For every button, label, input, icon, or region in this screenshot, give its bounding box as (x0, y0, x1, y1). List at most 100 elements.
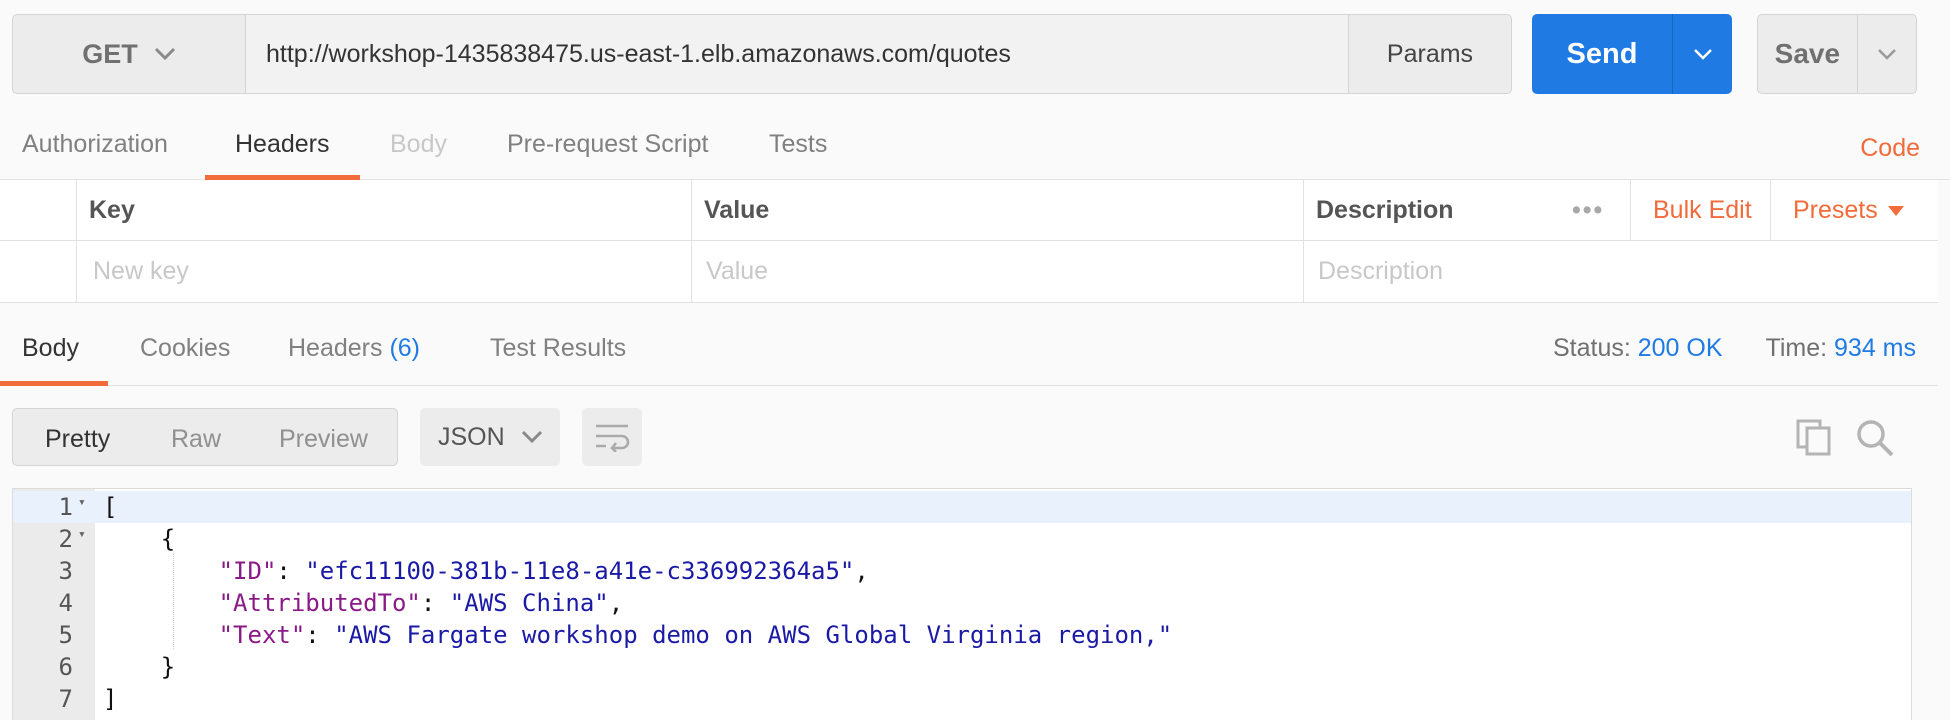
request-tabs: Authorization Headers Body Pre-request S… (0, 120, 1950, 180)
headers-table-header: Key Value Description ••• Bulk Edit Pres… (0, 180, 1938, 241)
time-label: Time: (1765, 334, 1828, 362)
new-key-placeholder: New key (93, 257, 189, 285)
new-key-input[interactable]: New key (76, 241, 691, 302)
headers-table-new-row: New key Value Description (0, 241, 1938, 302)
code-line: 3 "ID": "efc11100-381b-11e8-a41e-c336992… (13, 555, 1911, 587)
chevron-down-icon (154, 47, 175, 61)
code-link[interactable]: Code (1860, 134, 1920, 163)
json-string: "AWS China" (449, 589, 609, 617)
view-preview[interactable]: Preview (279, 425, 368, 454)
new-description-input[interactable]: Description (1303, 241, 1938, 302)
status-value: 200 OK (1637, 334, 1723, 362)
send-button[interactable]: Send (1532, 14, 1672, 94)
json-punctuation (103, 589, 219, 617)
line-number: 4 (58, 589, 73, 617)
json-key: "Text" (218, 621, 306, 649)
code-line: 4 "AttributedTo": "AWS China", (13, 587, 1911, 619)
column-value-label: Value (704, 196, 770, 224)
code-text: } (103, 653, 175, 681)
json-punctuation: , (854, 557, 869, 585)
presets-button[interactable]: Presets (1770, 180, 1904, 241)
json-key: "ID" (218, 557, 277, 585)
active-response-tab-indicator (0, 381, 108, 386)
url-input[interactable]: http://workshop-1435838475.us-east-1.elb… (246, 14, 1348, 94)
tab-test-results[interactable]: Test Results (490, 334, 626, 363)
column-key: Key (76, 180, 691, 241)
format-label: JSON (438, 422, 505, 451)
send-label: Send (1566, 37, 1638, 70)
format-select[interactable]: JSON (420, 408, 560, 466)
code-text: { (103, 525, 175, 553)
line-number: 2 (58, 525, 73, 553)
fold-toggle-icon[interactable]: ▾ (78, 495, 86, 510)
json-punctuation: { (103, 525, 176, 553)
code-text: "AttributedTo": "AWS China", (103, 589, 624, 617)
save-button[interactable]: Save (1758, 15, 1857, 93)
view-raw[interactable]: Raw (171, 425, 221, 454)
more-options-icon[interactable]: ••• (1572, 180, 1604, 241)
json-punctuation: [ (103, 493, 118, 521)
response-status: Status: 200 OK Time: 934 ms (1553, 334, 1938, 363)
new-description-placeholder: Description (1318, 257, 1444, 285)
caret-down-icon (1887, 205, 1904, 216)
new-value-placeholder: Value (706, 257, 769, 285)
json-punctuation: : (305, 621, 335, 649)
json-punctuation: : (276, 557, 306, 585)
json-punctuation: } (103, 653, 176, 681)
json-punctuation: : (420, 589, 450, 617)
view-pretty[interactable]: Pretty (45, 425, 110, 454)
headers-table: Key Value Description ••• Bulk Edit Pres… (0, 180, 1938, 303)
view-mode-segmented: Pretty Raw Preview (12, 408, 398, 466)
response-tabs: Body Cookies Headers (6) Test Results St… (0, 320, 1938, 386)
chevron-down-icon (1877, 49, 1896, 60)
send-dropdown-button[interactable] (1672, 14, 1732, 94)
code-text: ] (103, 685, 117, 713)
time-value: 934 ms (1834, 334, 1916, 362)
send-button-group: Send (1532, 14, 1732, 94)
chevron-down-icon (521, 430, 542, 444)
json-punctuation (103, 557, 219, 585)
new-value-input[interactable]: Value (691, 241, 1303, 302)
bulk-edit-button[interactable]: Bulk Edit (1630, 180, 1752, 241)
column-key-label: Key (89, 196, 135, 224)
tab-cookies[interactable]: Cookies (140, 334, 230, 363)
tab-tests[interactable]: Tests (769, 130, 827, 159)
tab-pre-request-script[interactable]: Pre-request Script (507, 130, 708, 159)
presets-label: Presets (1793, 196, 1878, 224)
column-value: Value (691, 180, 1303, 241)
column-description-label: Description (1316, 196, 1454, 224)
indent-guide (173, 553, 174, 649)
params-button[interactable]: Params (1348, 14, 1512, 94)
json-key: "AttributedTo" (218, 589, 421, 617)
code-line: 7] (13, 683, 1911, 715)
code-line: 2 ▾ { (13, 523, 1911, 555)
url-text: http://workshop-1435838475.us-east-1.elb… (266, 39, 1011, 68)
wrap-lines-button[interactable] (582, 408, 642, 466)
column-description: Description (1303, 180, 1557, 241)
code-text: [ (103, 493, 117, 521)
save-dropdown-button[interactable] (1856, 15, 1916, 93)
code-line: 6 } (13, 651, 1911, 683)
json-punctuation: ] (103, 685, 118, 713)
status-label: Status: (1552, 334, 1631, 362)
tab-response-headers[interactable]: Headers (6) (288, 334, 420, 363)
tab-authorization[interactable]: Authorization (22, 130, 168, 159)
json-string: "efc11100-381b-11e8-a41e-c336992364a5" (305, 557, 855, 585)
method-select[interactable]: GET (12, 14, 246, 94)
params-label: Params (1386, 39, 1474, 68)
code-line: 1 ▾ [ (13, 491, 1911, 523)
json-punctuation: , (608, 589, 624, 617)
json-string: "AWS Fargate workshop demo on AWS Global… (334, 621, 1173, 649)
line-number: 6 (58, 653, 73, 681)
tab-body[interactable]: Body (390, 130, 447, 159)
tab-headers[interactable]: Headers (235, 130, 330, 159)
code-line: 5 "Text": "AWS Fargate workshop demo on … (13, 619, 1911, 651)
fold-toggle-icon[interactable]: ▾ (78, 527, 86, 542)
response-body-editor[interactable]: 1 ▾ [2 ▾ {3 "ID": "efc11100-381b-11e8-a41e-… (12, 488, 1912, 720)
search-icon[interactable] (1855, 418, 1895, 463)
code-text: "ID": "efc11100-381b-11e8-a41e-c33699236… (103, 557, 869, 585)
tab-response-body[interactable]: Body (22, 334, 79, 363)
bulk-edit-label: Bulk Edit (1653, 196, 1752, 224)
method-label: GET (82, 38, 138, 69)
copy-icon[interactable] (1795, 418, 1833, 461)
